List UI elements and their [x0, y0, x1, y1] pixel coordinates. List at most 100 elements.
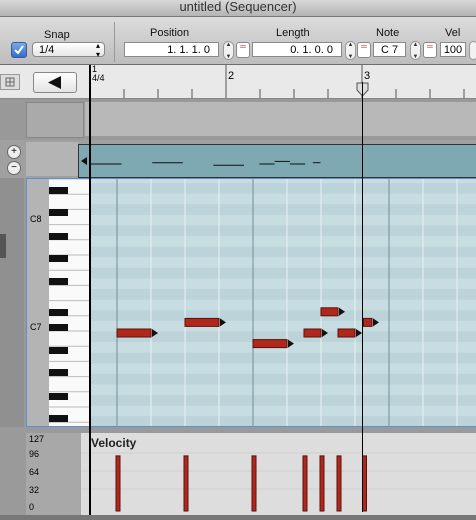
black-key	[49, 209, 68, 216]
length-reset-button[interactable]: ═	[357, 42, 371, 58]
note-block	[116, 328, 152, 338]
note-block	[184, 317, 220, 327]
zoom-out-icon[interactable]: −	[7, 161, 21, 175]
overview-row: + −	[0, 140, 476, 178]
black-key	[49, 369, 68, 376]
velocity-scale: 127 96 64 32 0	[26, 433, 81, 515]
overview-header	[26, 142, 78, 176]
note-value: C 7	[380, 44, 399, 56]
select-arrows-icon: ▴ ▾	[95, 41, 100, 59]
track-header	[26, 102, 84, 138]
snap-value: 1/4	[39, 44, 55, 56]
black-key	[49, 347, 68, 354]
note-grid[interactable]	[91, 179, 476, 426]
zoom-in-icon[interactable]: +	[7, 145, 21, 159]
ruler-bar: 1 4/4 2 3	[0, 64, 476, 99]
velocity-scale-32: 32	[29, 485, 40, 495]
toolbar: Snap 1/4 ▴ ▾ Position 1. 1. 1. 0 ▲ ▼ ═ Len…	[0, 17, 476, 65]
note-block	[363, 317, 373, 327]
note-label: Note	[376, 27, 400, 39]
note-field[interactable]: C 7	[373, 42, 406, 57]
note-reset-button[interactable]: ═	[423, 42, 437, 58]
grid-row-band	[91, 246, 476, 258]
velocity-scale-0: 0	[29, 502, 35, 512]
velocity-bar	[251, 455, 257, 512]
snap-checkbox[interactable]	[11, 42, 27, 58]
piano-keyboard[interactable]	[49, 179, 92, 426]
velocity-title: Velocity	[91, 436, 137, 450]
track-header-row	[0, 99, 476, 139]
grid-row-band	[91, 416, 476, 426]
velocity-bar	[115, 455, 121, 512]
window-title: untitled (Sequencer)	[179, 0, 297, 14]
grid-background	[91, 179, 476, 426]
playhead-line	[362, 82, 363, 512]
length-value: 0. 1. 0. 0	[290, 44, 333, 56]
snap-label: Snap	[44, 29, 70, 41]
left-sidebar	[0, 178, 24, 427]
overview-strip[interactable]	[78, 144, 476, 178]
velocity-bar	[183, 455, 189, 512]
position-value: 1. 1. 1. 0	[167, 44, 210, 56]
length-label: Length	[276, 27, 310, 39]
black-key	[49, 324, 68, 331]
velocity-chart[interactable]	[81, 433, 476, 515]
grid-row-band	[91, 204, 476, 215]
velocity-bar	[336, 455, 342, 512]
ruler-marker-3: 3	[364, 70, 371, 82]
note-block	[252, 339, 288, 349]
overview-notes	[81, 157, 321, 166]
ruler[interactable]	[0, 65, 476, 98]
snap-select[interactable]: 1/4 ▴ ▾	[32, 41, 105, 59]
track-lane[interactable]	[85, 102, 476, 136]
note-block	[337, 328, 356, 338]
divider	[114, 22, 115, 62]
velocity-lane: 127 96 64 32 0 Velocity	[26, 433, 476, 515]
grid-row-band	[91, 395, 476, 406]
position-field[interactable]: 1. 1. 1. 0	[124, 42, 219, 57]
note-block	[320, 307, 339, 317]
grid-row-band	[91, 373, 476, 385]
note-stepper[interactable]: ▲ ▼	[410, 41, 421, 60]
overview-marker	[81, 157, 87, 165]
black-key	[49, 233, 68, 240]
velocity-scale-96: 96	[29, 449, 40, 459]
grid-row-band	[91, 183, 476, 194]
sidebar-handle[interactable]	[0, 234, 6, 258]
black-key	[49, 278, 68, 285]
grid-row-band	[91, 267, 476, 279]
black-key	[49, 309, 68, 316]
black-key	[49, 415, 68, 422]
vel-label: Vel	[445, 27, 461, 39]
vel-field[interactable]: 100	[440, 42, 466, 57]
grid-row-band	[91, 310, 476, 321]
ruler-marker-2: 2	[228, 70, 235, 82]
octave-label-c8: C8	[30, 214, 42, 224]
position-stepper[interactable]: ▲ ▼	[223, 41, 234, 60]
black-key	[49, 255, 68, 262]
note-block	[303, 328, 322, 338]
time-signature: 4/4	[92, 73, 105, 83]
black-key	[49, 187, 68, 194]
grid-row-band	[91, 352, 476, 364]
velocity-scale-127: 127	[29, 434, 45, 444]
vel-value: 100	[443, 44, 463, 56]
vel-stepper[interactable]	[469, 41, 476, 60]
grid-row-band	[91, 225, 476, 236]
white-keys	[49, 179, 92, 426]
bottom-edge	[0, 515, 476, 520]
velocity-bar	[319, 455, 325, 512]
velocity-bar	[302, 455, 308, 512]
velocity-scale-64: 64	[29, 467, 40, 477]
grid-row-band	[91, 289, 476, 300]
velocity-bar	[362, 455, 367, 512]
piano-roll: C8 C7	[26, 178, 476, 427]
length-field[interactable]: 0. 1. 0. 0	[252, 42, 342, 57]
checkmark-icon	[14, 45, 24, 55]
length-stepper[interactable]: ▲ ▼	[345, 41, 356, 60]
octave-label-c7: C7	[30, 322, 42, 332]
black-key	[49, 393, 68, 400]
title-bar: untitled (Sequencer)	[0, 0, 476, 17]
position-label: Position	[150, 27, 190, 39]
position-reset-button[interactable]: ═	[236, 42, 250, 58]
